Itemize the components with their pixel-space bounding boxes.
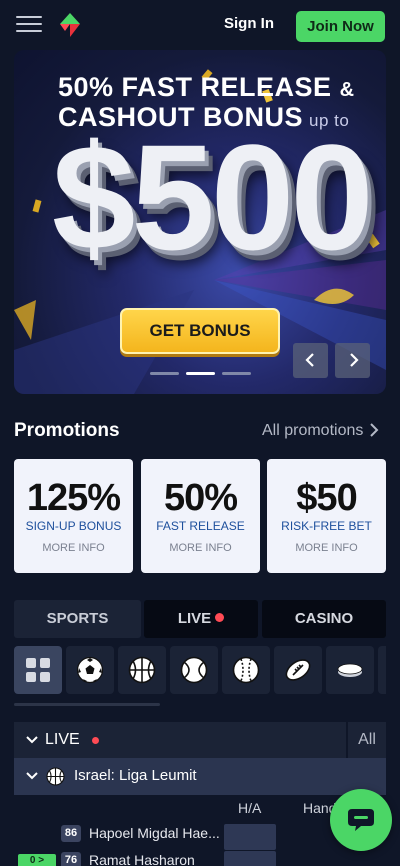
promotions-title: Promotions	[14, 420, 120, 441]
sign-in-button[interactable]: Sign In	[224, 15, 274, 37]
chevron-right-icon	[350, 353, 359, 367]
live-section-label: LIVE	[45, 731, 80, 748]
basketball-icon	[46, 767, 65, 786]
promo-value: 50%	[163, 477, 238, 519]
all-promotions-link[interactable]: All promotions	[262, 422, 379, 440]
promo-value: 125%	[26, 477, 121, 519]
promo-label: SIGN-UP BONUS	[25, 519, 122, 533]
live-section-header[interactable]: LIVE All	[14, 722, 386, 758]
promo-card-risk-free[interactable]: $50 RISK-FREE BET MORE INFO	[267, 459, 386, 573]
column-header-ha: H/A	[238, 800, 262, 816]
chevron-down-icon	[26, 772, 38, 780]
grid-icon	[26, 658, 50, 682]
more-info-link[interactable]: MORE INFO	[267, 542, 386, 554]
promo-card-signup[interactable]: 125% SIGN-UP BONUS MORE INFO	[14, 459, 133, 573]
main-tabs: SPORTS LIVE CASINO	[14, 600, 386, 638]
tab-sports[interactable]: SPORTS	[14, 600, 141, 638]
live-all-button[interactable]: All	[346, 722, 386, 758]
live-indicator-dot	[92, 737, 99, 744]
sport-filter-row	[14, 646, 386, 696]
carousel-next-button[interactable]	[335, 343, 370, 378]
sport-row-scrollbar[interactable]	[14, 703, 160, 706]
promo-label: RISK-FREE BET	[281, 519, 372, 533]
league-header[interactable]: Israel: Liga Leumit	[14, 758, 386, 795]
football-icon	[285, 659, 311, 681]
baseball-icon	[232, 656, 260, 684]
chat-bubble-icon	[348, 809, 374, 831]
chevron-down-icon	[26, 736, 38, 744]
chevron-right-icon	[370, 423, 379, 437]
banner-headline-1: 50% FAST RELEASE &	[58, 72, 355, 102]
live-indicator-dot	[215, 613, 225, 622]
promo-banner[interactable]: 50% FAST RELEASE & CASHOUT BONUS up to $5…	[14, 50, 386, 394]
banner-amount: $500	[52, 113, 374, 281]
join-now-button[interactable]: Join Now	[296, 11, 385, 42]
odds-button[interactable]	[224, 851, 276, 866]
team-number-badge: 86	[61, 825, 81, 842]
live-score-badge: 0 >	[18, 854, 56, 866]
team-name: Ramat Hasharon	[89, 852, 195, 866]
menu-icon[interactable]	[16, 14, 42, 34]
sport-filter-tennis[interactable]	[170, 646, 218, 694]
tab-casino[interactable]: CASINO	[262, 600, 386, 638]
carousel-indicators	[150, 372, 251, 376]
chevron-left-icon	[305, 353, 314, 367]
table-row[interactable]: 86 Hapoel Migdal Hae...	[14, 824, 386, 850]
logo[interactable]	[56, 11, 84, 39]
more-info-link[interactable]: MORE INFO	[14, 542, 133, 554]
league-name: Israel: Liga Leumit	[74, 767, 197, 784]
promo-card-fast-release[interactable]: 50% FAST RELEASE MORE INFO	[141, 459, 260, 573]
sport-filter-american-football[interactable]	[274, 646, 322, 694]
promo-value: $50	[296, 477, 357, 519]
carousel-dot[interactable]	[222, 372, 251, 375]
sport-filter-hockey[interactable]	[326, 646, 374, 694]
get-bonus-button[interactable]: GET BONUS	[120, 308, 280, 354]
promo-label: FAST RELEASE	[156, 519, 245, 533]
basketball-icon	[128, 656, 156, 684]
sport-filter-basketball[interactable]	[118, 646, 166, 694]
tab-live[interactable]: LIVE	[144, 600, 258, 638]
hockey-icon	[337, 663, 363, 677]
table-row[interactable]: 0 > 76 Ramat Hasharon	[14, 851, 386, 866]
carousel-dot-active[interactable]	[186, 372, 215, 375]
sport-filter-more[interactable]	[378, 646, 386, 694]
tennis-icon	[180, 656, 208, 684]
soccer-icon	[76, 656, 104, 684]
odds-button[interactable]	[224, 824, 276, 850]
top-header: Sign In Join Now	[0, 0, 400, 52]
team-name: Hapoel Migdal Hae...	[89, 825, 220, 841]
carousel-prev-button[interactable]	[293, 343, 328, 378]
chat-button[interactable]	[330, 789, 392, 851]
sport-filter-all[interactable]	[14, 646, 62, 694]
team-number-badge: 76	[61, 852, 81, 866]
sport-filter-soccer[interactable]	[66, 646, 114, 694]
carousel-dot[interactable]	[150, 372, 179, 375]
sport-filter-baseball[interactable]	[222, 646, 270, 694]
more-info-link[interactable]: MORE INFO	[141, 542, 260, 554]
